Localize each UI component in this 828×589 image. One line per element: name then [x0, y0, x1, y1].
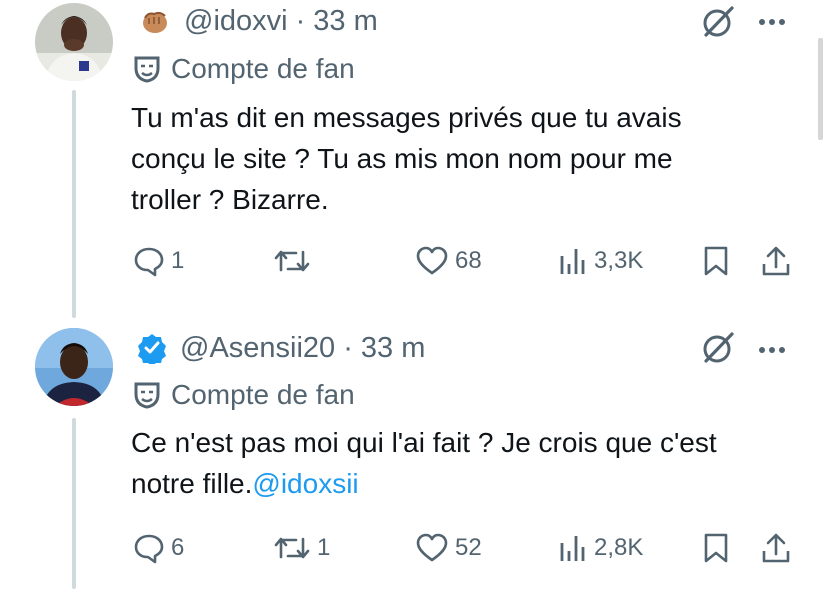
reply-icon — [133, 245, 165, 277]
verified-badge-icon[interactable] — [136, 332, 168, 364]
scroll-indicator[interactable] — [818, 38, 823, 140]
like-button[interactable]: 68 — [415, 243, 482, 279]
like-count: 52 — [455, 534, 482, 561]
view-count: 2,8K — [594, 534, 644, 561]
retweet-button[interactable] — [273, 243, 317, 279]
more-options-icon[interactable] — [757, 14, 787, 32]
like-count: 68 — [455, 247, 482, 274]
retweet-button[interactable]: 1 — [273, 530, 330, 566]
avatar[interactable] — [35, 328, 113, 406]
reply-count: 1 — [171, 247, 185, 274]
bookmark-button[interactable] — [703, 530, 729, 566]
grok-icon[interactable] — [700, 4, 736, 45]
heart-icon — [415, 533, 449, 563]
analytics-icon — [558, 533, 588, 563]
thread-line — [72, 418, 76, 589]
tweet-text: Ce n'est pas moi qui l'ai fait ? Je croi… — [131, 422, 717, 504]
tweet-handle[interactable]: @idoxvi — [184, 5, 288, 38]
bookmark-button[interactable] — [703, 243, 729, 279]
tweet-text-line: notre fille. — [131, 468, 253, 499]
fan-mask-icon — [133, 381, 161, 409]
account-label: Compte de fan — [171, 379, 355, 410]
reply-button[interactable]: 6 — [133, 530, 184, 566]
tweet-text-line: troller ? Bizarre. — [131, 184, 329, 215]
tweet-text-line: Tu m'as dit en messages privés que tu av… — [131, 102, 682, 133]
tweet-timestamp[interactable]: · 33 m — [343, 332, 425, 365]
view-count: 3,3K — [594, 247, 644, 274]
retweet-icon — [273, 246, 311, 276]
grok-icon[interactable] — [700, 330, 736, 371]
mention-link[interactable]: @idoxsii — [252, 468, 358, 499]
tweet-text-line: Ce n'est pas moi qui l'ai fait ? Je croi… — [131, 427, 717, 458]
tweet-timestamp[interactable]: · 33 m — [296, 5, 378, 38]
bookmark-icon — [703, 532, 729, 564]
fan-mask-icon — [133, 55, 161, 83]
tweet-text: Tu m'as dit en messages privés que tu av… — [131, 97, 682, 220]
avatar[interactable] — [35, 3, 113, 81]
share-button[interactable] — [761, 243, 791, 279]
bookmark-icon — [703, 245, 729, 277]
analytics-icon — [558, 246, 588, 276]
retweet-icon — [273, 533, 311, 563]
thread-line — [72, 90, 76, 318]
more-options-icon[interactable] — [757, 342, 787, 360]
like-button[interactable]: 52 — [415, 530, 482, 566]
share-icon — [761, 245, 791, 277]
share-icon — [761, 532, 791, 564]
tweet-text-line: conçu le site ? Tu as mis mon nom pour m… — [131, 143, 673, 174]
fist-emoji-icon — [140, 6, 170, 36]
account-label: Compte de fan — [171, 53, 355, 84]
heart-icon — [415, 246, 449, 276]
views-button[interactable]: 3,3K — [558, 243, 643, 279]
reply-count: 6 — [171, 534, 185, 561]
share-button[interactable] — [761, 530, 791, 566]
reply-button[interactable]: 1 — [133, 243, 184, 279]
tweet-text-line: notre fille.@idoxsii — [131, 463, 717, 504]
retweet-count: 1 — [317, 534, 331, 561]
views-button[interactable]: 2,8K — [558, 530, 643, 566]
tweet-handle[interactable]: @Asensii20 — [180, 332, 335, 365]
reply-icon — [133, 532, 165, 564]
